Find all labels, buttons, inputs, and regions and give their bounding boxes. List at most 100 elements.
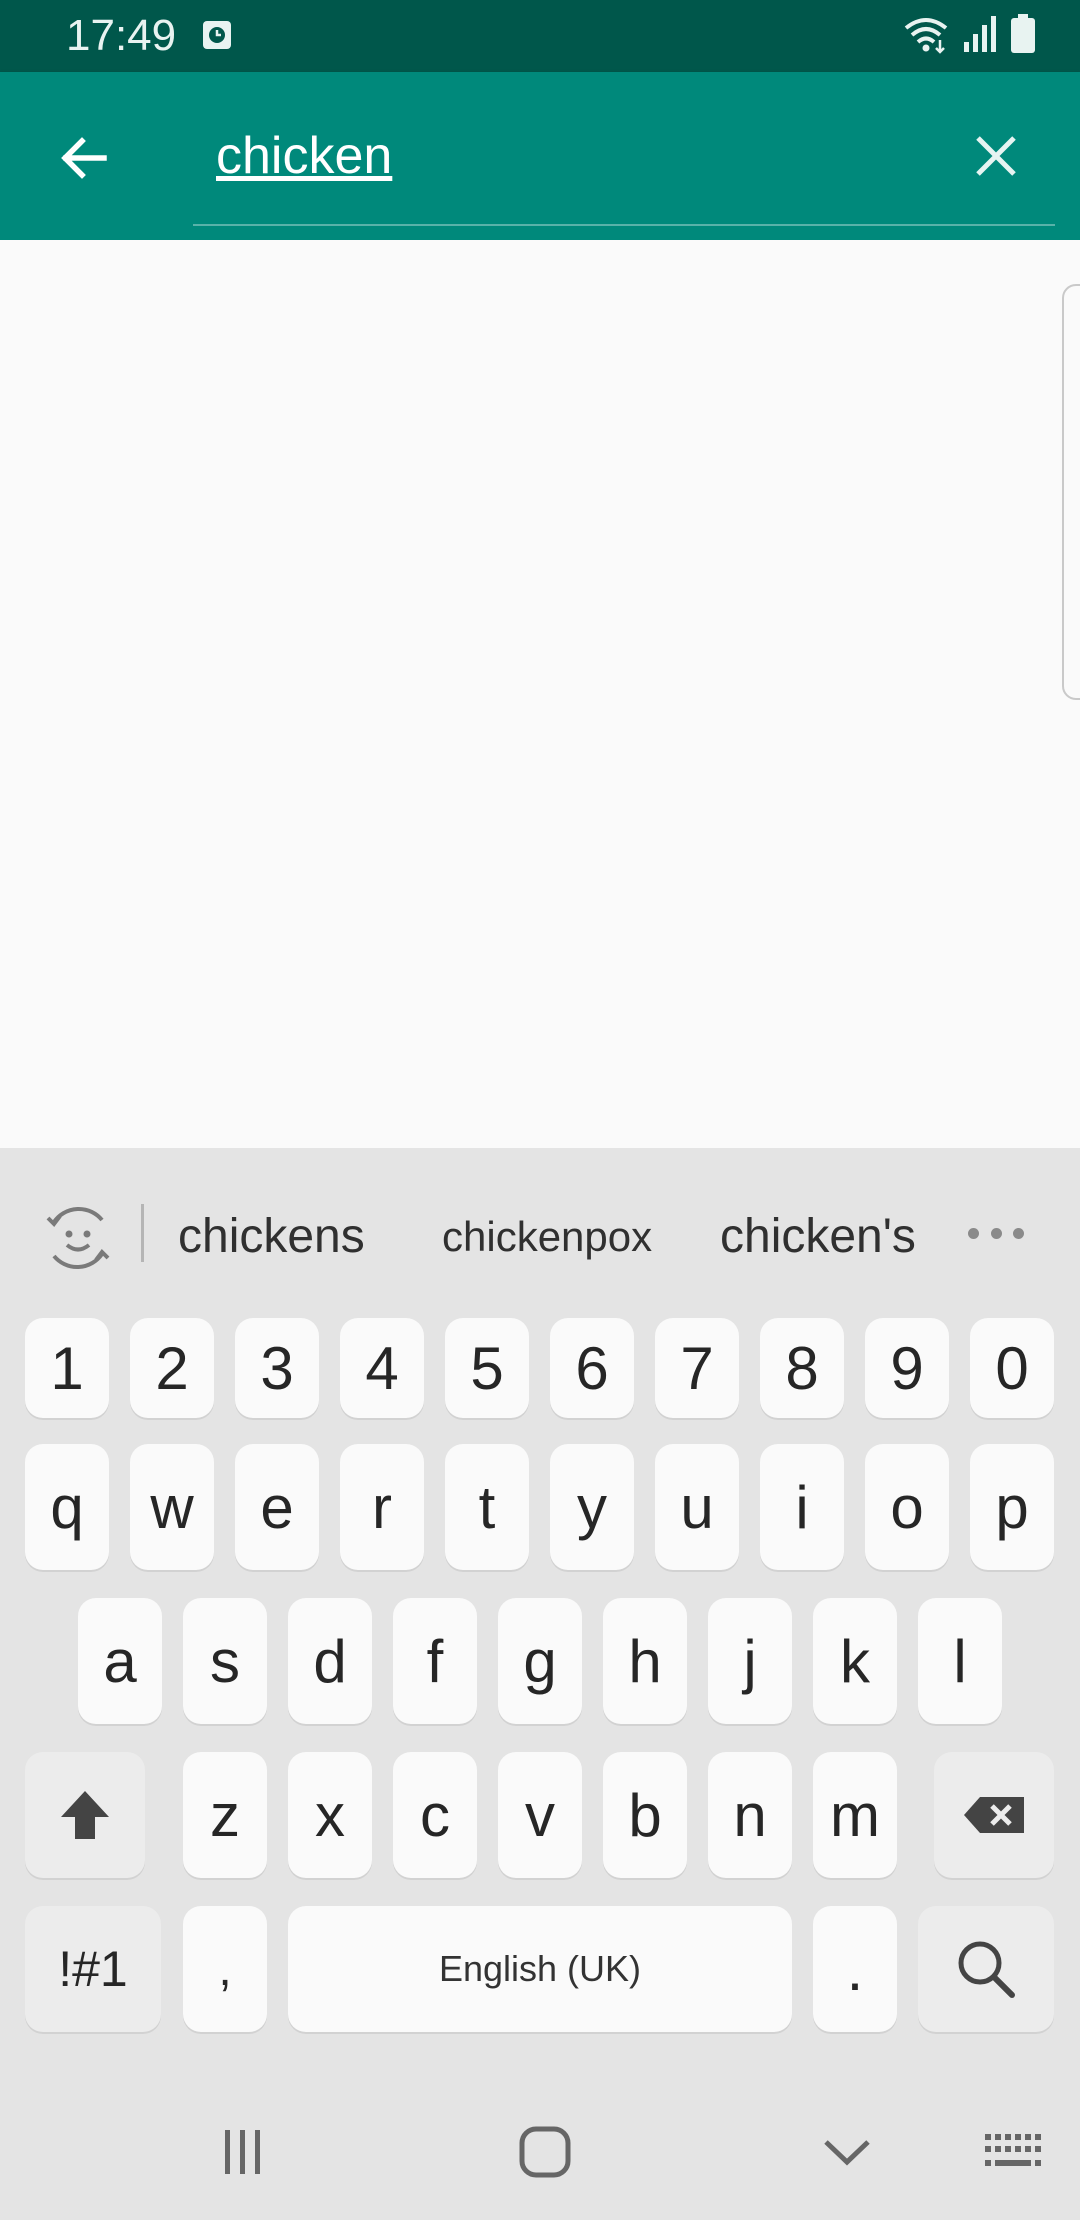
keyboard-switch-icon xyxy=(985,2134,1041,2166)
key-k[interactable]: k xyxy=(813,1598,897,1724)
signal-icon xyxy=(962,14,998,59)
home-icon xyxy=(519,2126,571,2178)
key-s[interactable]: s xyxy=(183,1598,267,1724)
key-8[interactable]: 8 xyxy=(760,1318,844,1418)
key-label: n xyxy=(733,1781,767,1849)
key-m[interactable]: m xyxy=(813,1752,897,1878)
key-q[interactable]: q xyxy=(25,1444,109,1570)
key-i[interactable]: i xyxy=(760,1444,844,1570)
search-underline xyxy=(193,224,1055,226)
key-g[interactable]: g xyxy=(498,1598,582,1724)
key-label: e xyxy=(260,1473,294,1541)
key-f[interactable]: f xyxy=(393,1598,477,1724)
key-label: v xyxy=(525,1781,555,1849)
key-label: t xyxy=(478,1473,496,1541)
on-screen-keyboard: chickens chickenpox chicken's 1 2 3 4 5 … xyxy=(0,1148,1080,2082)
key-p[interactable]: p xyxy=(970,1444,1054,1570)
key-j[interactable]: j xyxy=(708,1598,792,1724)
shift-key[interactable] xyxy=(25,1752,145,1878)
key-label: o xyxy=(890,1473,924,1541)
more-suggestions-button[interactable] xyxy=(968,1210,1024,1256)
backspace-key[interactable] xyxy=(934,1752,1054,1878)
key-label: w xyxy=(150,1473,194,1541)
back-button[interactable] xyxy=(40,114,128,202)
battery-icon xyxy=(1010,13,1036,59)
hide-keyboard-button[interactable] xyxy=(792,2102,902,2202)
hide-keyboard-icon xyxy=(824,2140,870,2166)
key-u[interactable]: u xyxy=(655,1444,739,1570)
suggestion-2[interactable]: chickenpox xyxy=(442,1208,652,1266)
comma-key[interactable]: , xyxy=(183,1906,267,2032)
key-y[interactable]: y xyxy=(550,1444,634,1570)
key-label: . xyxy=(846,1935,864,2003)
key-label: f xyxy=(426,1627,444,1695)
key-3[interactable]: 3 xyxy=(235,1318,319,1418)
status-bar: 17:49 xyxy=(0,0,1080,72)
key-b[interactable]: b xyxy=(603,1752,687,1878)
key-label: d xyxy=(313,1627,347,1695)
status-time: 17:49 xyxy=(66,11,177,60)
search-key[interactable] xyxy=(918,1906,1054,2032)
period-key[interactable]: . xyxy=(813,1906,897,2032)
notification-clock-icon xyxy=(202,20,232,50)
search-icon xyxy=(958,1941,1015,1998)
key-c[interactable]: c xyxy=(393,1752,477,1878)
keyboard-switch-button[interactable] xyxy=(958,2102,1068,2202)
key-e[interactable]: e xyxy=(235,1444,319,1570)
space-key[interactable]: English (UK) xyxy=(288,1906,792,2032)
key-label: a xyxy=(103,1627,137,1695)
emoji-button[interactable] xyxy=(40,1200,116,1276)
key-label: 6 xyxy=(575,1334,609,1402)
recents-icon xyxy=(225,2130,260,2174)
key-label: m xyxy=(830,1781,880,1849)
key-1[interactable]: 1 xyxy=(25,1318,109,1418)
key-label: , xyxy=(218,1942,232,1996)
key-label: b xyxy=(628,1781,662,1849)
suggestion-3[interactable]: chicken's xyxy=(720,1208,916,1266)
key-l[interactable]: l xyxy=(918,1598,1002,1724)
close-icon xyxy=(976,136,1016,176)
backspace-icon xyxy=(964,1797,1024,1833)
key-z[interactable]: z xyxy=(183,1752,267,1878)
suggestion-1[interactable]: chickens xyxy=(178,1208,365,1266)
key-label: g xyxy=(523,1627,557,1695)
key-o[interactable]: o xyxy=(865,1444,949,1570)
wifi-icon xyxy=(902,14,950,59)
key-t[interactable]: t xyxy=(445,1444,529,1570)
key-7[interactable]: 7 xyxy=(655,1318,739,1418)
search-input[interactable]: chicken xyxy=(216,116,916,196)
key-5[interactable]: 5 xyxy=(445,1318,529,1418)
clear-search-button[interactable] xyxy=(952,112,1040,200)
navigation-bar xyxy=(0,2082,1080,2220)
key-label: k xyxy=(840,1627,870,1695)
key-d[interactable]: d xyxy=(288,1598,372,1724)
recents-button[interactable] xyxy=(188,2102,298,2202)
key-label: z xyxy=(210,1781,240,1849)
key-label: 5 xyxy=(470,1334,504,1402)
suggestion-divider xyxy=(141,1204,144,1262)
key-0[interactable]: 0 xyxy=(970,1318,1054,1418)
key-v[interactable]: v xyxy=(498,1752,582,1878)
key-r[interactable]: r xyxy=(340,1444,424,1570)
key-label: !#1 xyxy=(58,1941,128,1997)
key-label: u xyxy=(680,1473,714,1541)
key-x[interactable]: x xyxy=(288,1752,372,1878)
key-label: j xyxy=(743,1627,757,1695)
key-n[interactable]: n xyxy=(708,1752,792,1878)
key-a[interactable]: a xyxy=(78,1598,162,1724)
key-label: r xyxy=(372,1473,392,1541)
search-results-area xyxy=(0,240,1080,1148)
symbols-key[interactable]: !#1 xyxy=(25,1906,161,2032)
key-6[interactable]: 6 xyxy=(550,1318,634,1418)
key-9[interactable]: 9 xyxy=(865,1318,949,1418)
key-label: c xyxy=(420,1781,450,1849)
key-h[interactable]: h xyxy=(603,1598,687,1724)
key-label: p xyxy=(995,1473,1029,1541)
key-w[interactable]: w xyxy=(130,1444,214,1570)
home-button[interactable] xyxy=(490,2102,600,2202)
key-2[interactable]: 2 xyxy=(130,1318,214,1418)
scroll-handle[interactable] xyxy=(1062,284,1080,700)
shift-icon xyxy=(61,1791,109,1839)
key-4[interactable]: 4 xyxy=(340,1318,424,1418)
key-label: q xyxy=(50,1473,84,1541)
